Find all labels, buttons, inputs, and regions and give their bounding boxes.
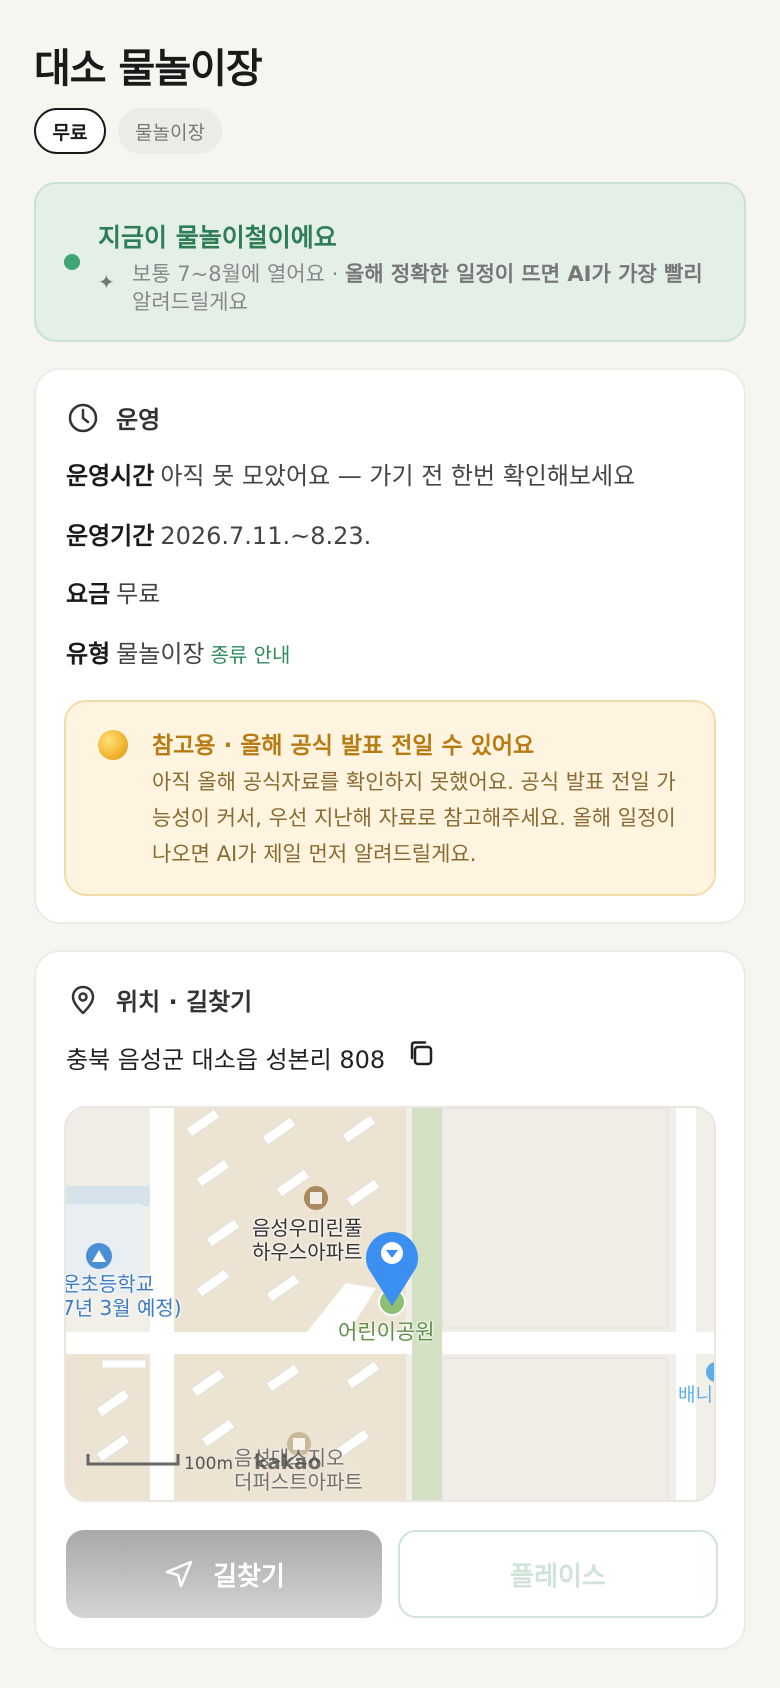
type-row: 유형 물놀이장 종류 안내 bbox=[66, 634, 290, 669]
period-value: 2026.7.11.~8.23. bbox=[160, 522, 372, 550]
map-label-right-edge: 배니 bbox=[678, 1384, 713, 1406]
map-label-school: 운초등학교 7년 3월 예정) bbox=[64, 1272, 182, 1320]
operation-card: 운영 운영시간 아직 못 모았어요 — 가기 전 한번 확인해보세요 운영기간 20… bbox=[34, 368, 746, 924]
place-button-label: 플레이스 bbox=[510, 1561, 606, 1592]
season-text-tail: 알려드릴게요 bbox=[132, 290, 248, 314]
map-label-school-line2: 7년 3월 예정) bbox=[64, 1296, 182, 1320]
hours-value: 아직 못 모았어요 — 가기 전 한번 확인해보세요 bbox=[160, 462, 636, 490]
category-chip[interactable]: 물놀이장 bbox=[118, 108, 222, 154]
map-view[interactable]: 음성우미린풀 하우스아파트 운초등학교 7년 3월 예정) 어린이공원 음성대소… bbox=[64, 1106, 716, 1502]
map-label-apartment-1-line1: 음성우미린풀 bbox=[252, 1216, 363, 1240]
season-banner: 지금이 물놀이철이에요 ✦ 보통 7~8월에 열어요 · 올해 정확한 일정이 … bbox=[34, 182, 746, 342]
page-title: 대소 물놀이장 bbox=[34, 46, 263, 92]
coin-icon bbox=[98, 730, 128, 760]
hours-label: 운영시간 bbox=[66, 462, 155, 490]
map-logo: kakao bbox=[254, 1450, 322, 1474]
place-detail-page: 대소 물놀이장 무료 물놀이장 지금이 물놀이철이에요 ✦ 보통 7~8월에 열… bbox=[0, 0, 780, 1688]
clock-icon bbox=[68, 403, 98, 432]
address-text: 충북 음성군 대소읍 성본리 808 bbox=[66, 1046, 386, 1074]
fee-chip[interactable]: 무료 bbox=[34, 108, 106, 154]
fee-label: 요금 bbox=[66, 580, 111, 608]
hours-row: 운영시간 아직 못 모았어요 — 가기 전 한번 확인해보세요 bbox=[66, 456, 635, 491]
map-label-school-line1: 운초등학교 bbox=[64, 1272, 154, 1296]
location-pin-icon bbox=[71, 985, 95, 1014]
map-label-park: 어린이공원 bbox=[338, 1320, 435, 1344]
map-school-icon bbox=[86, 1243, 112, 1269]
status-dot bbox=[64, 254, 80, 270]
reference-notice: 참고용 · 올해 공식 발표 전일 수 있어요 아직 올해 공식자료를 확인하지… bbox=[64, 700, 716, 896]
map-label-apartment-1: 음성우미린풀 하우스아파트 bbox=[252, 1216, 362, 1264]
location-heading: 위치 · 길찾기 bbox=[66, 982, 252, 1017]
location-card: 위치 · 길찾기 충북 음성군 대소읍 성본리 808 음성우미린풀 하우스아파… bbox=[34, 950, 746, 1650]
season-description: 보통 7~8월에 열어요 · 올해 정확한 일정이 뜨면 AI가 가장 빨리알려… bbox=[132, 260, 722, 316]
operation-heading: 운영 bbox=[66, 400, 160, 435]
route-button-label: 길찾기 bbox=[213, 1561, 285, 1592]
notice-title: 참고용 · 올해 공식 발표 전일 수 있어요 bbox=[152, 733, 535, 759]
navigation-arrow-icon bbox=[165, 1560, 193, 1588]
type-label: 유형 bbox=[66, 640, 111, 668]
route-button[interactable]: 길찾기 bbox=[66, 1530, 382, 1618]
sparkle-icon: ✦ bbox=[98, 270, 115, 294]
map-building-icon bbox=[304, 1186, 328, 1210]
fee-value: 무료 bbox=[116, 580, 161, 608]
fee-row: 요금 무료 bbox=[66, 574, 160, 609]
notice-body: 아직 올해 공식자료를 확인하지 못했어요. 공식 발표 전일 가능성이 커서,… bbox=[152, 770, 676, 866]
season-title: 지금이 물놀이철이에요 bbox=[98, 223, 337, 252]
location-heading-label: 위치 · 길찾기 bbox=[116, 988, 253, 1016]
operation-heading-label: 운영 bbox=[116, 406, 161, 434]
type-guide-link[interactable]: 종류 안내 bbox=[211, 643, 291, 667]
period-label: 운영기간 bbox=[66, 522, 155, 550]
map-label-apartment-1-line2: 하우스아파트 bbox=[252, 1240, 363, 1264]
period-row: 운영기간 2026.7.11.~8.23. bbox=[66, 516, 371, 551]
copy-icon[interactable] bbox=[404, 1036, 438, 1070]
map-scale-label: 100m bbox=[184, 1454, 234, 1474]
season-text-plain: 보통 7~8월에 열어요 · bbox=[132, 262, 345, 286]
type-value: 물놀이장 bbox=[116, 640, 205, 668]
place-button[interactable]: 플레이스 bbox=[398, 1530, 718, 1618]
season-text-bold: 올해 정확한 일정이 뜨면 AI가 가장 빨리 bbox=[344, 262, 703, 286]
